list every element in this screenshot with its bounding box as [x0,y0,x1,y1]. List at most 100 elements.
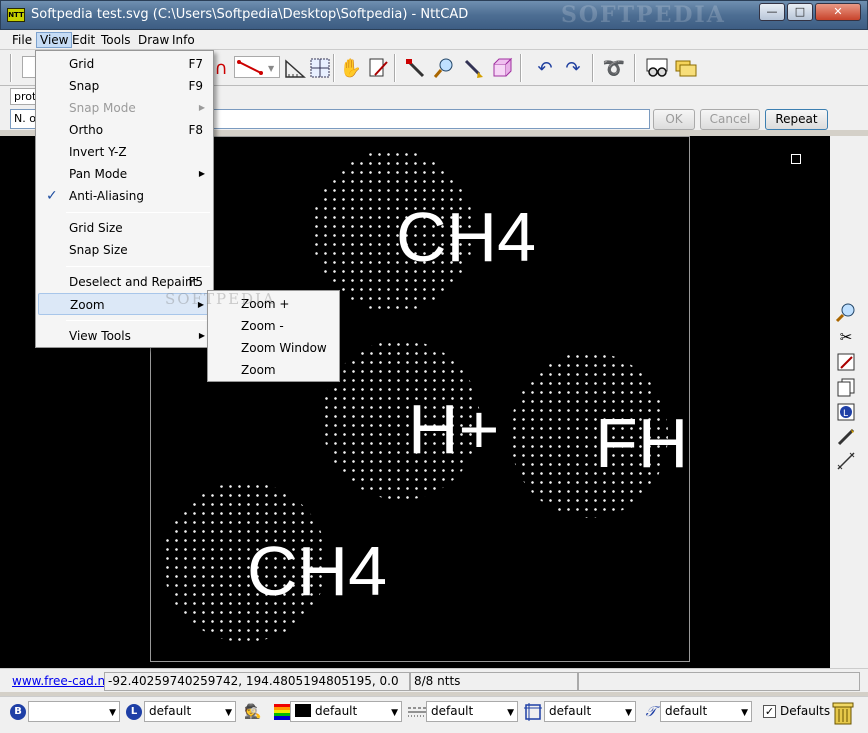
font-select-value: default [665,704,708,718]
layer-select-value: default [149,704,192,718]
menu-draw[interactable]: Draw [135,32,172,48]
color-swatch [295,704,311,717]
menu-bar: File View Edit Tools Draw Info [0,30,868,50]
drawing-label[interactable]: FH [595,408,688,478]
hatch-select-value: default [549,704,592,718]
drawing-label[interactable]: CH4 [396,202,536,272]
side-toolbar: ✂ L [830,136,868,668]
font-select[interactable]: default ▼ [660,701,752,722]
view-menu-invert-yz[interactable]: Invert Y-Z [38,141,211,163]
marker-icon[interactable] [402,55,428,81]
view-menu-grid[interactable]: Grid F7 [38,53,211,75]
zoom-icon[interactable] [431,55,457,81]
bottom-properties-bar: B ▼ L default ▼ 🕵 default ▼ default ▼ defau… [0,696,868,733]
menu-watermark: SOFTPEDIA [165,290,276,308]
view-menu-ortho[interactable]: Ortho F8 [38,119,211,141]
ruler-square-icon[interactable] [282,55,308,81]
menu-file[interactable]: File [9,32,35,48]
title-watermark: SOFTPEDIA [561,2,726,28]
rope-icon[interactable]: ➰ [601,55,627,81]
zoom-window-item[interactable]: Zoom Window [210,337,337,359]
view-menu-snap-mode[interactable]: Snap Mode ▶ [38,97,211,119]
pen-icon[interactable] [834,426,858,448]
chevron-down-icon: ▼ [391,708,398,718]
toolbar-separator [394,54,396,82]
hatch-select[interactable]: default ▼ [544,701,636,722]
toolbar-separator [10,54,12,82]
cancel-button[interactable]: Cancel [700,109,760,130]
minimize-button[interactable]: — [759,3,785,21]
b-select[interactable]: ▼ [28,701,120,722]
menu-tools[interactable]: Tools [98,32,134,48]
layer-select[interactable]: default ▼ [144,701,236,722]
cube-icon[interactable] [489,55,515,81]
linetype-select[interactable]: default ▼ [426,701,518,722]
copy-pages-icon[interactable] [834,376,858,398]
layer-icon[interactable]: L [834,401,858,423]
close-button[interactable]: ✕ [815,3,861,21]
toolbar-separator [634,54,636,82]
undo-icon[interactable]: ↶ [532,55,558,81]
edit-icon[interactable] [834,351,858,373]
maximize-button[interactable]: □ [787,3,813,21]
trash-bin-icon[interactable] [830,700,856,726]
view-menu-view-tools[interactable]: View Tools ▶ [38,325,211,347]
submenu-arrow-icon: ▶ [198,169,205,178]
website-link[interactable]: www.free-cad.net [12,674,117,688]
view-menu-pan-mode[interactable]: Pan Mode ▶ [38,163,211,185]
coordinates-readout: -92.40259740259742, 194.4805194805195, 0… [104,672,410,691]
menu-edit[interactable]: Edit [69,32,98,48]
repeat-button[interactable]: Repeat [765,109,828,130]
glasses-icon[interactable] [644,55,670,81]
toolbar-combo-partial[interactable] [22,56,36,78]
checkmark-icon: ✓ [46,188,58,204]
defaults-label: Defaults [780,704,831,718]
submenu-arrow-icon: ▶ [198,331,205,340]
svg-text:▼: ▼ [268,64,275,73]
svg-text:L: L [843,409,848,419]
app-icon: NTT [7,8,25,22]
menu-separator [66,212,210,213]
window-title: Softpedia test.svg (C:\Users\Softpedia\D… [31,7,469,22]
menu-separator [66,320,210,321]
brush-icon[interactable] [460,55,486,81]
line-style-icon: ▼ [237,60,275,75]
view-menu-snap-size[interactable]: Snap Size [38,239,211,261]
grid-select-icon[interactable] [307,55,333,81]
status-bar: www.free-cad.net -92.40259740259742, 194… [0,668,868,692]
hatch-icon[interactable] [522,702,544,722]
drawing-label[interactable]: H+ [408,394,499,464]
title-bar: NTT Softpedia test.svg (C:\Users\Softped… [0,0,868,30]
person-icon[interactable]: 🕵 [242,702,264,722]
view-menu-grid-size[interactable]: Grid Size [38,217,211,239]
l-icon: L [126,704,142,720]
zoom-icon[interactable] [834,301,858,323]
line-style-select[interactable]: ▼ [234,56,280,78]
menu-info[interactable]: Info [169,32,198,48]
view-menu-snap[interactable]: Snap F9 [38,75,211,97]
view-menu-anti-aliasing[interactable]: ✓ Anti-Aliasing [38,185,211,207]
chevron-down-icon: ▼ [507,708,514,718]
chevron-down-icon: ▼ [741,708,748,718]
ok-button[interactable]: OK [653,109,695,130]
defaults-checkbox[interactable]: ✓ [763,705,776,718]
folders-icon[interactable] [673,55,699,81]
edit-page-icon[interactable] [365,55,391,81]
linetype-icon[interactable] [406,702,428,722]
scissors-icon[interactable]: ✂ [834,326,858,348]
zoom-extension-item[interactable]: Zoom Extension [210,359,337,399]
entity-count: 8/8 ntts [410,672,578,691]
color-select-value: default [315,704,358,718]
toolbar-separator [520,54,522,82]
toolbar-separator [333,54,335,82]
chevron-down-icon: ▼ [225,708,232,718]
submenu-arrow-icon: ▶ [198,103,205,112]
zoom-out-item[interactable]: Zoom - [210,315,337,337]
measure-icon[interactable] [834,450,858,472]
menu-view[interactable]: View [36,32,73,48]
drawing-label[interactable]: CH4 [247,536,387,606]
redo-icon[interactable]: ↷ [560,55,586,81]
font-icon[interactable]: 𝒯 [640,702,662,722]
pan-hand-icon[interactable]: ✋ [338,55,364,81]
color-select[interactable]: default ▼ [290,701,402,722]
